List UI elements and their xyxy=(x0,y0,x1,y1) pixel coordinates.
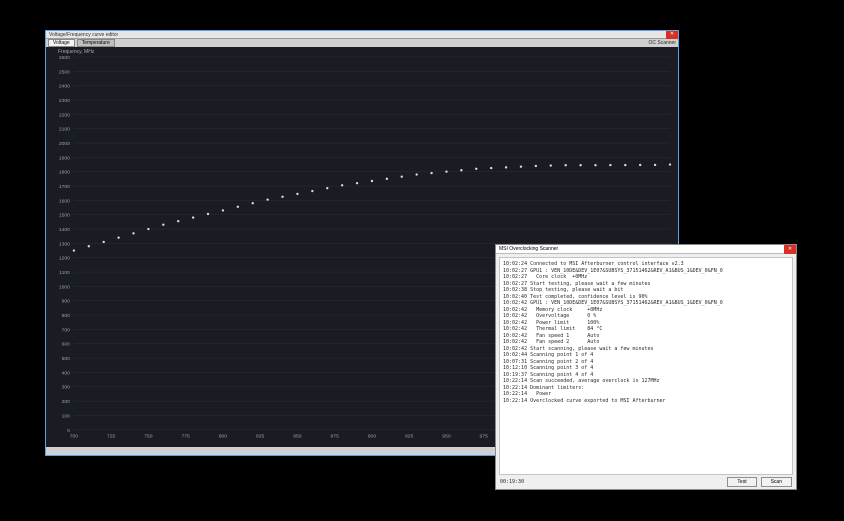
svg-text:700: 700 xyxy=(62,327,71,333)
svg-text:2200: 2200 xyxy=(59,112,70,118)
scanner-title: MSI Overclocking Scanner xyxy=(499,246,558,252)
svg-text:825: 825 xyxy=(256,434,265,440)
svg-text:1900: 1900 xyxy=(59,155,70,161)
close-icon[interactable]: ✕ xyxy=(666,31,678,39)
svg-text:1200: 1200 xyxy=(59,256,70,262)
svg-text:600: 600 xyxy=(62,342,71,348)
svg-text:950: 950 xyxy=(442,434,451,440)
tab-temperature[interactable]: Temperature xyxy=(77,39,115,47)
svg-text:2300: 2300 xyxy=(59,98,70,104)
svg-text:400: 400 xyxy=(62,370,71,376)
curve-editor-titlebar[interactable]: Voltage/Frequency curve editor ✕ xyxy=(46,31,678,39)
svg-text:800: 800 xyxy=(219,434,228,440)
tab-voltage[interactable]: Voltage xyxy=(48,39,75,47)
curve-editor-title: Voltage/Frequency curve editor xyxy=(49,32,118,38)
scanner-elapsed-time: 00:19:30 xyxy=(500,479,524,485)
svg-text:300: 300 xyxy=(62,385,71,391)
svg-text:900: 900 xyxy=(62,299,71,305)
scanner-log[interactable]: 10:02:24 Connected to MSI Afterburner co… xyxy=(499,257,793,475)
svg-text:800: 800 xyxy=(62,313,71,319)
svg-text:1500: 1500 xyxy=(59,213,70,219)
svg-text:975: 975 xyxy=(480,434,489,440)
svg-text:200: 200 xyxy=(62,399,71,405)
svg-text:2100: 2100 xyxy=(59,127,70,133)
svg-text:1700: 1700 xyxy=(59,184,70,190)
scanner-bottom-bar: 00:19:30 Test Scan xyxy=(496,475,796,489)
svg-text:1300: 1300 xyxy=(59,241,70,247)
scanner-window: MSI Overclocking Scanner ✕ 10:02:24 Conn… xyxy=(495,244,797,490)
svg-text:2000: 2000 xyxy=(59,141,70,147)
svg-text:1800: 1800 xyxy=(59,170,70,176)
svg-text:775: 775 xyxy=(182,434,191,440)
svg-text:2400: 2400 xyxy=(59,84,70,90)
curve-editor-toolbar: Voltage Temperature OC Scanner xyxy=(46,39,678,47)
svg-text:2600: 2600 xyxy=(59,55,70,61)
svg-text:700: 700 xyxy=(70,434,79,440)
svg-text:1100: 1100 xyxy=(59,270,70,276)
scanner-titlebar[interactable]: MSI Overclocking Scanner ✕ xyxy=(496,245,796,254)
close-icon[interactable]: ✕ xyxy=(784,245,796,254)
svg-text:900: 900 xyxy=(368,434,377,440)
svg-text:875: 875 xyxy=(331,434,340,440)
svg-text:925: 925 xyxy=(405,434,414,440)
scan-button[interactable]: Scan xyxy=(761,477,792,487)
svg-text:1400: 1400 xyxy=(59,227,70,233)
test-button[interactable]: Test xyxy=(727,477,756,487)
svg-text:750: 750 xyxy=(144,434,153,440)
oc-scanner-link[interactable]: OC Scanner xyxy=(648,40,676,46)
svg-text:850: 850 xyxy=(293,434,302,440)
svg-text:100: 100 xyxy=(62,413,71,419)
svg-text:500: 500 xyxy=(62,356,71,362)
svg-text:2500: 2500 xyxy=(59,69,70,75)
svg-text:1000: 1000 xyxy=(59,284,70,290)
svg-text:1600: 1600 xyxy=(59,198,70,204)
svg-text:725: 725 xyxy=(107,434,116,440)
